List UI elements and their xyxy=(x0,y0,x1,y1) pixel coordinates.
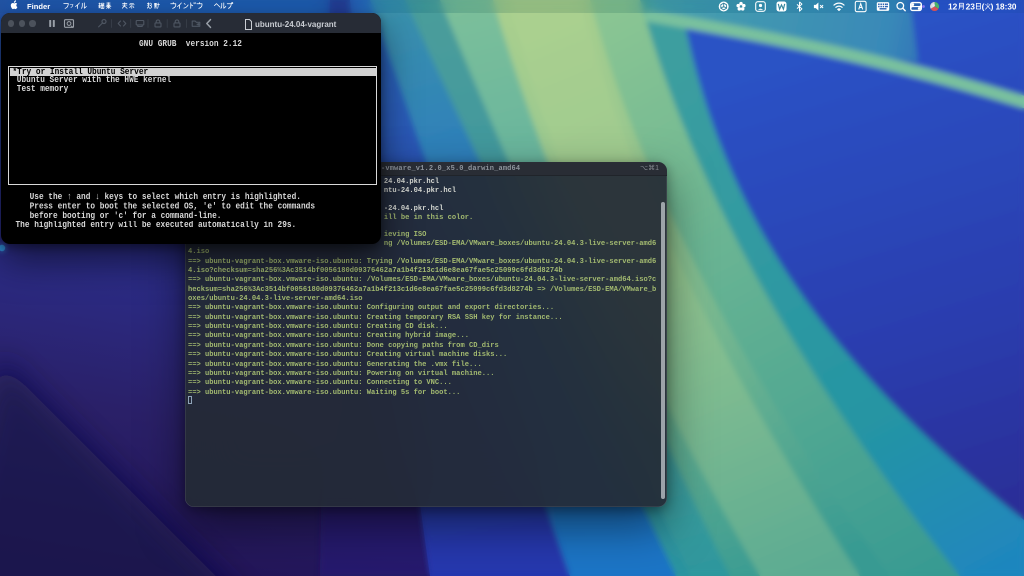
svg-text:(: ( xyxy=(982,2,985,12)
svg-text:): ) xyxy=(991,2,994,12)
svg-text:12: 12 xyxy=(948,2,958,12)
svg-text:18:30: 18:30 xyxy=(996,3,1017,12)
svg-text:23: 23 xyxy=(966,2,976,12)
